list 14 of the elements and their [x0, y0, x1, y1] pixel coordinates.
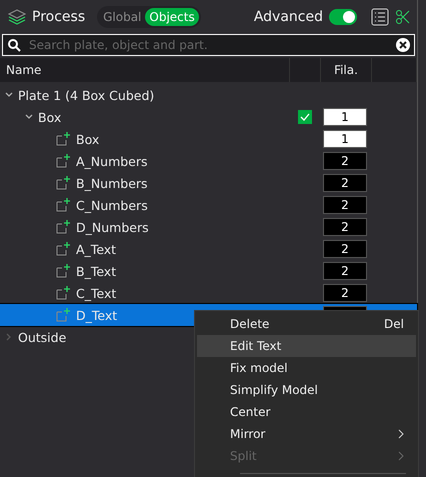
tree-item-label: C_Text — [76, 286, 116, 300]
tree-item-label: Plate 1 (4 Box Cubed) — [18, 88, 154, 102]
tree-item-label: Outside — [18, 330, 66, 344]
tree-item-label: D_Text — [76, 308, 118, 322]
tree-item-label: A_Numbers — [76, 154, 148, 168]
tree-item-label: C_Numbers — [76, 198, 148, 212]
tree-item-label: A_Text — [76, 242, 116, 256]
panel-title: Process — [32, 9, 86, 25]
tree-item-label: Box — [76, 132, 100, 146]
advanced-label: Advanced — [254, 9, 323, 25]
tree-item-label: Box — [38, 110, 62, 124]
tree-item-label: B_Numbers — [76, 176, 148, 190]
tree-item-label: D_Numbers — [76, 220, 149, 234]
tree-item-label: B_Text — [76, 264, 116, 278]
